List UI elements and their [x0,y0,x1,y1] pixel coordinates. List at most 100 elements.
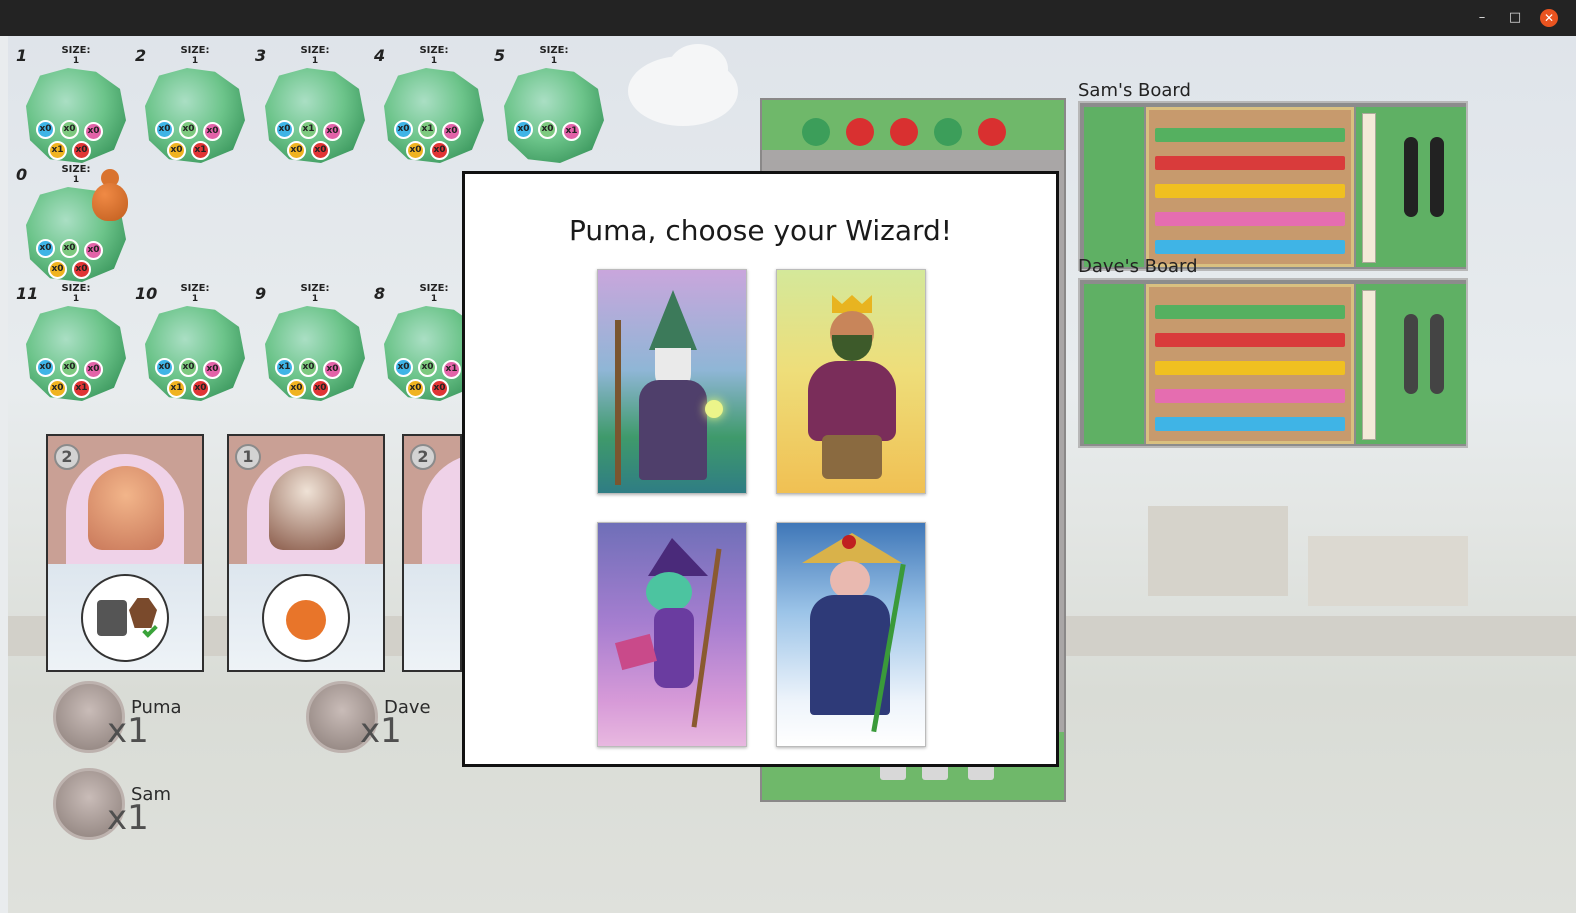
minimize-button[interactable]: – [1473,9,1491,27]
tile-size-label: SIZE: [300,45,330,56]
character-card[interactable]: 1 [227,434,385,672]
card-cost: 1 [235,444,261,470]
red-token-icon [978,118,1006,146]
tile-number: 2 [135,46,147,65]
resource-token-icon: x0 [60,239,79,258]
resource-token-icon: x0 [84,122,103,141]
resource-token-icon: x1 [562,122,581,141]
dialog-title: Puma, choose your Wizard! [568,214,953,247]
tile-size-label: SIZE: [419,283,449,294]
resource-token-icon: x0 [406,141,425,160]
resource-token-icon: x0 [36,239,55,258]
resource-token-icon: x0 [394,120,413,139]
island-tile[interactable]: 1 SIZE: 1 x0 x0 x0 x1 x0 [16,46,136,166]
resource-token-icon: x0 [418,358,437,377]
crowned-king-wizard-icon [802,295,902,485]
resource-token-icon: x1 [72,379,91,398]
tile-size: SIZE: 1 [536,45,572,67]
player-count: x1 [107,711,149,751]
tile-size: SIZE: 1 [58,164,94,186]
wizard-card-1[interactable] [597,269,747,494]
strongman-character-icon [88,466,164,550]
resource-token-icon: x0 [203,122,222,141]
resource-token-icon: x0 [48,260,67,279]
tile-number: 11 [16,284,39,303]
sam-board[interactable] [1078,101,1468,271]
tile-number: 9 [255,284,267,303]
tile-number: 1 [16,46,28,65]
island-tile[interactable]: 4 SIZE: 1 x0 x1 x0 x0 x0 [374,46,494,166]
wizard-card-3[interactable] [597,522,747,747]
island-tile[interactable]: 3 SIZE: 1 x0 x1 x0 x0 x0 [255,46,375,166]
tile-size-label: SIZE: [61,164,91,175]
resource-token-icon: x0 [311,379,330,398]
tile-size-value: 1 [311,56,319,66]
dave-board[interactable] [1078,278,1468,448]
resource-token-icon: x0 [311,141,330,160]
card-ability-icon [81,574,169,662]
tile-size: SIZE: 1 [297,284,333,305]
straw-hat-sage-wizard-icon [792,533,912,738]
close-button[interactable]: ✕ [1540,9,1558,27]
player-pawn-icon[interactable] [92,169,128,221]
resource-token-icon: x1 [275,358,294,377]
resource-token-icon: x0 [155,120,174,139]
wizard-card-2[interactable] [776,269,926,494]
card-cost: 2 [54,444,80,470]
island-tile[interactable]: 11 SIZE: 1 x0 x0 x0 x0 x1 [16,284,136,404]
window-titlebar: – □ ✕ [0,0,1576,36]
tile-size-label: SIZE: [180,45,210,56]
tile-size-label: SIZE: [539,45,569,56]
tile-size: SIZE: 1 [177,284,213,305]
tile-size-label: SIZE: [61,45,91,56]
tile-size-value: 1 [191,56,199,66]
tile-size-value: 1 [72,56,80,66]
character-card[interactable]: 2 [46,434,204,672]
wizard-card-4[interactable] [776,522,926,747]
tile-size-value: 1 [72,175,80,185]
tile-number: 0 [16,165,28,184]
tile-size-value: 1 [550,56,558,66]
tile-size-value: 1 [72,294,80,304]
resource-token-icon: x0 [179,120,198,139]
island-tile[interactable]: 5 SIZE: 1 x0 x0 x1 [494,46,614,166]
tile-size: SIZE: 1 [416,45,452,67]
tile-number: 10 [135,284,158,303]
player-count: x1 [360,711,402,751]
resource-token-icon: x1 [442,360,461,379]
resource-token-icon: x0 [84,241,103,260]
player-panel-dave: Dave x1 [306,681,486,761]
island-tile[interactable]: 0 SIZE: 1 x0 x0 x0 x0 x0 [16,165,136,285]
resource-token-icon: x0 [514,120,533,139]
dave-board-label: Dave's Board [1078,256,1198,277]
red-token-icon [846,118,874,146]
card-cost: 2 [410,444,436,470]
resource-token-icon: x0 [299,358,318,377]
tile-number: 4 [374,46,386,65]
resource-token-icon: x1 [167,379,186,398]
game-table: 1 SIZE: 1 x0 x0 x0 x1 x0 2 SIZE: 1 x0 x0 x0 x0 x1 3 SIZE:… [8,36,1576,913]
island-tile[interactable]: 9 SIZE: 1 x1 x0 x0 x0 x0 [255,284,375,404]
resource-token-icon: x0 [60,358,79,377]
character-card[interactable]: 2 [402,434,462,672]
resource-token-icon: x0 [72,260,91,279]
island-tile[interactable]: 2 SIZE: 1 x0 x0 x0 x0 x1 [135,46,255,166]
resource-token-icon: x1 [48,141,67,160]
player-count: x1 [107,798,149,838]
tile-size-label: SIZE: [419,45,449,56]
island-icon [504,68,604,163]
resource-token-icon: x0 [179,358,198,377]
resource-token-icon: x0 [287,379,306,398]
old-merchant-character-icon [269,466,345,550]
resource-token-icon: x1 [418,120,437,139]
resource-token-icon: x0 [60,120,79,139]
maximize-button[interactable]: □ [1506,9,1524,27]
resource-token-icon: x1 [299,120,318,139]
tile-number: 3 [255,46,267,65]
tile-size-value: 1 [311,294,319,304]
island-tile[interactable]: 10 SIZE: 1 x0 x0 x0 x1 x0 [135,284,255,404]
sam-board-label: Sam's Board [1078,80,1191,101]
resource-token-icon: x0 [36,358,55,377]
resource-token-icon: x0 [36,120,55,139]
resource-token-icon: x0 [323,122,342,141]
